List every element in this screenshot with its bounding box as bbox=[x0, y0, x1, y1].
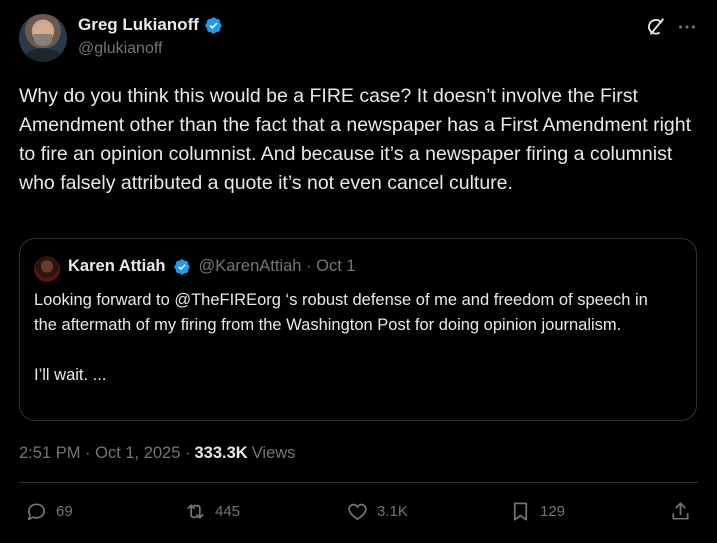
verified-badge-icon bbox=[205, 16, 222, 34]
like-count: 3.1K bbox=[377, 503, 408, 520]
bookmark-count: 129 bbox=[540, 503, 566, 520]
reply-button[interactable]: 69 bbox=[25, 500, 73, 523]
repost-button[interactable]: 445 bbox=[184, 500, 240, 523]
views-count: 333.3K bbox=[194, 444, 248, 462]
tweet-meta: 2:51 PM · Oct 1, 2025 · 333.3K Views bbox=[19, 444, 295, 463]
share-button[interactable] bbox=[669, 500, 692, 523]
repost-icon bbox=[187, 504, 204, 519]
author-handle[interactable]: @glukianoff bbox=[78, 40, 162, 58]
author-name-row[interactable]: Greg Lukianoff bbox=[78, 15, 223, 35]
like-button[interactable]: 3.1K bbox=[346, 500, 408, 523]
quoted-author-name: Karen Attiah bbox=[68, 257, 166, 275]
author-avatar[interactable] bbox=[19, 14, 67, 62]
quoted-tweet-header: Karen Attiah @KarenAttiah · Oct 1 bbox=[68, 257, 356, 276]
share-icon bbox=[672, 502, 689, 520]
bookmark-icon bbox=[513, 502, 528, 521]
tweet-text: Why do you think this would be a FIRE ca… bbox=[19, 85, 692, 194]
author-display-name[interactable]: Greg Lukianoff bbox=[78, 15, 199, 35]
quoted-tweet-text: Looking forward to @TheFIREorg ‘s robust… bbox=[34, 291, 648, 384]
divider bbox=[19, 482, 698, 483]
repost-count: 445 bbox=[215, 503, 241, 520]
tweet-timestamp[interactable]: 2:51 PM · Oct 1, 2025 · bbox=[19, 444, 191, 463]
verified-badge-icon bbox=[173, 258, 190, 275]
quoted-author-avatar bbox=[34, 256, 60, 282]
tweet-actions: 69 445 3.1K 129 bbox=[0, 500, 717, 530]
reply-icon bbox=[27, 503, 46, 521]
heart-icon bbox=[348, 503, 367, 521]
quoted-tweet[interactable]: Karen Attiah @KarenAttiah · Oct 1 Lookin… bbox=[19, 238, 697, 421]
views-label: Views bbox=[251, 444, 296, 462]
bookmark-button[interactable]: 129 bbox=[509, 500, 565, 523]
more-options-icon[interactable] bbox=[676, 16, 698, 38]
quoted-handle-date: @KarenAttiah · Oct 1 bbox=[198, 257, 356, 275]
grok-icon[interactable] bbox=[645, 16, 667, 38]
reply-count: 69 bbox=[56, 503, 73, 520]
